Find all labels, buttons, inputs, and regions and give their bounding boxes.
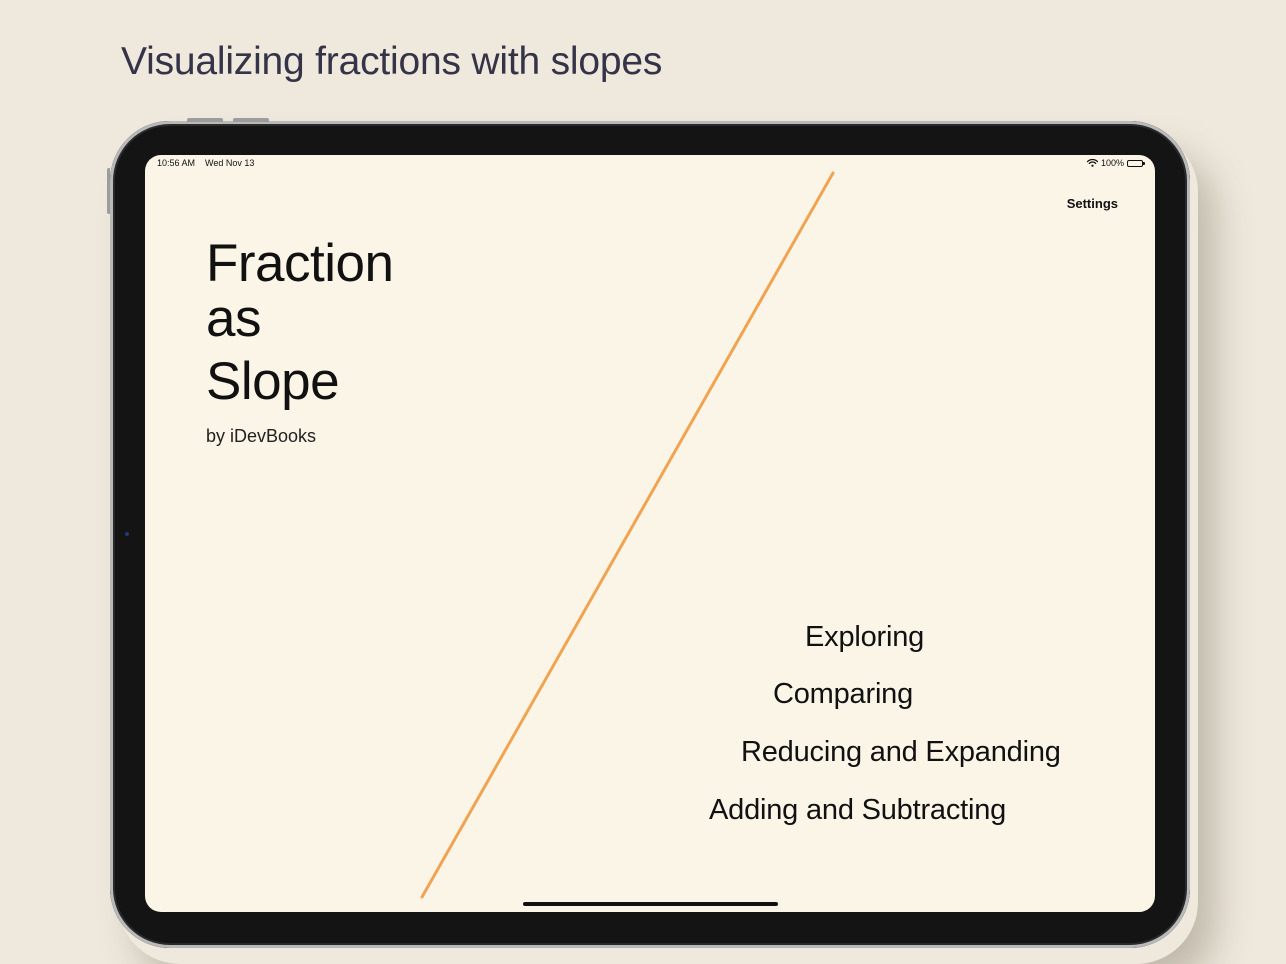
menu-item-exploring[interactable]: Exploring xyxy=(805,621,924,654)
app-title-line-1: Fraction xyxy=(206,234,394,293)
ipad-screen: 10:56 AM Wed Nov 13 100% Settings Fracti… xyxy=(145,155,1155,912)
menu-item-adding-and-subtracting[interactable]: Adding and Subtracting xyxy=(709,794,1006,827)
home-indicator[interactable] xyxy=(523,902,778,906)
menu-item-comparing[interactable]: Comparing xyxy=(773,678,913,711)
byline: by iDevBooks xyxy=(206,426,317,446)
app-title-line-3: Slope xyxy=(206,352,340,411)
menu-item-reducing-and-expanding[interactable]: Reducing and Expanding xyxy=(741,736,1061,769)
page-caption: Visualizing fractions with slopes xyxy=(121,40,663,83)
volume-up-button xyxy=(187,118,223,122)
power-button xyxy=(107,168,110,214)
volume-down-button xyxy=(233,118,269,122)
app-title-line-2: as xyxy=(206,289,261,348)
camera-dot xyxy=(125,532,129,536)
